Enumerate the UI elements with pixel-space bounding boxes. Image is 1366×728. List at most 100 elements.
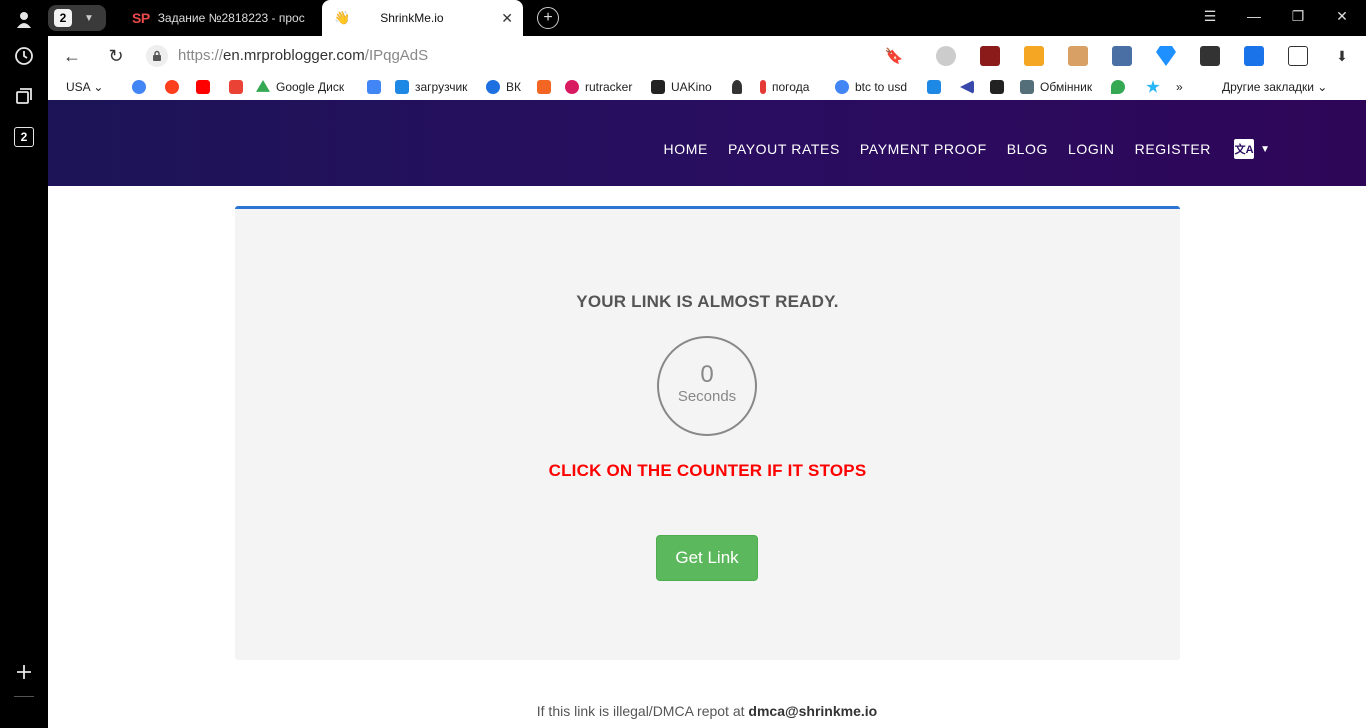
browser-sidepanel: 2 (0, 0, 48, 728)
language-selector[interactable]: 文A ▼ (1234, 139, 1270, 159)
menu-icon[interactable]: ☰ (1200, 8, 1220, 25)
new-tab-button[interactable]: + (537, 7, 559, 29)
page-content: HOME PAYOUT RATES PAYMENT PROOF BLOG LOG… (48, 100, 1366, 728)
bookmark-yandex[interactable] (165, 80, 185, 94)
arrow-icon (960, 80, 974, 94)
bookmark-uakino[interactable]: UAKino (651, 80, 712, 94)
reload-icon[interactable]: ↻ (106, 46, 126, 66)
thermometer-icon (760, 80, 766, 94)
uakino-icon (651, 80, 665, 94)
globe-extension-icon[interactable] (936, 46, 956, 66)
bookmark-bc[interactable] (990, 80, 1010, 94)
tabs-count-badge[interactable]: 2 (14, 127, 34, 147)
yandex-icon (165, 80, 179, 94)
exchange-icon (1020, 80, 1034, 94)
chess-icon (732, 80, 742, 94)
ublock-extension-icon[interactable] (980, 46, 1000, 66)
bracket-extension-icon[interactable] (1200, 46, 1220, 66)
nav-home[interactable]: HOME (664, 141, 708, 157)
video-icon (486, 80, 500, 94)
url-protocol: https:// (178, 47, 224, 64)
profile-icon[interactable] (12, 8, 36, 32)
bookmark-exchanger[interactable]: Обмінник (1020, 80, 1092, 94)
bookmark-maps[interactable] (1111, 80, 1131, 94)
bookmark-label: Другие закладки ⌄ (1222, 80, 1328, 94)
bookmark-gmail[interactable] (229, 80, 249, 94)
download-icon[interactable] (1244, 46, 1264, 66)
rutracker-icon (565, 80, 579, 94)
bookmark-translate[interactable] (367, 80, 387, 94)
tab-zadanie[interactable]: SP Задание №2818223 - прос (120, 0, 324, 36)
youtube-icon (196, 80, 210, 94)
counter-extension-icon[interactable] (1024, 46, 1044, 66)
bookmark-label: rutracker (585, 80, 633, 94)
nav-register[interactable]: REGISTER (1135, 141, 1211, 157)
bookmark-weather[interactable]: погода (760, 80, 809, 94)
bookmarks-overflow[interactable]: » (1176, 80, 1183, 94)
tab-title: ShrinkMe.io (380, 11, 444, 25)
tab-shrinkme[interactable]: 👋 ShrinkMe.io ✕ (322, 0, 523, 36)
nav-blog[interactable]: BLOG (1007, 141, 1048, 157)
tab-group-button[interactable]: 2 ▼ (48, 5, 106, 31)
other-bookmarks-folder[interactable]: Другие закладки ⌄ (1222, 80, 1327, 94)
close-tab-icon[interactable]: ✕ (501, 10, 513, 27)
diamond-extension-icon[interactable] (1156, 46, 1176, 66)
counter-unit: Seconds (677, 388, 737, 405)
url-field[interactable]: https://en.mrproblogger.com/IPqgAdS (178, 47, 428, 64)
bookmark-rutracker[interactable]: rutracker (565, 80, 632, 94)
minimize-icon[interactable]: — (1244, 8, 1264, 24)
p-icon (927, 80, 941, 94)
music-extension-icon[interactable] (1112, 46, 1132, 66)
tab-title: Задание №2818223 - прос (157, 11, 305, 25)
bookmark-label: ВК (506, 80, 521, 94)
site-navbar: HOME PAYOUT RATES PAYMENT PROOF BLOG LOG… (48, 100, 1366, 186)
bookmark-vk[interactable]: ВК (486, 80, 521, 94)
loader-icon (395, 80, 409, 94)
bookmark-label: погода (772, 80, 810, 94)
bookmark-arrow[interactable] (960, 80, 980, 94)
sp-favicon-icon: SP (132, 10, 150, 26)
dmca-note: If this link is illegal/DMCA repot at dm… (48, 703, 1366, 719)
language-icon: 文A (1234, 139, 1255, 159)
caret-down-icon: ▼ (1260, 143, 1270, 155)
bookmark-btc[interactable]: btc to usd (835, 80, 907, 94)
close-window-icon[interactable]: ✕ (1332, 8, 1352, 25)
f-icon (537, 80, 551, 94)
site-menu: HOME PAYOUT RATES PAYMENT PROOF BLOG LOG… (644, 141, 1211, 157)
bookmark-youtube[interactable] (196, 80, 216, 94)
get-link-button[interactable]: Get Link (656, 535, 758, 581)
restore-icon[interactable]: ❐ (1288, 8, 1308, 25)
chevron-down-icon: ▼ (84, 12, 94, 24)
dmca-text: If this link is illegal/DMCA repot at (536, 703, 749, 719)
url-host: en.mrproblogger.com (223, 47, 365, 64)
add-icon[interactable] (12, 660, 36, 684)
bookmark-folder-usa[interactable]: USA ⌄ (66, 80, 103, 94)
bookmark-p[interactable] (927, 80, 947, 94)
nav-payout-rates[interactable]: PAYOUT RATES (728, 141, 840, 157)
nav-payment-proof[interactable]: PAYMENT PROOF (860, 141, 987, 157)
lock-icon[interactable] (146, 45, 168, 67)
bookmark-label: Google Диск (276, 80, 345, 94)
bc-icon (990, 80, 1004, 94)
bookmark-label: UAKino (671, 80, 712, 94)
maps-icon (1111, 80, 1125, 94)
back-icon[interactable]: ← (62, 46, 82, 66)
countdown-counter[interactable]: 0 Seconds (657, 336, 757, 436)
history-icon[interactable] (12, 44, 36, 68)
bookmark-google-drive[interactable]: Google Диск (256, 80, 344, 94)
bookmark-google[interactable] (132, 80, 152, 94)
bookmark-f[interactable] (537, 80, 557, 94)
wave-favicon-icon: 👋 (334, 10, 351, 25)
bookmark-chess[interactable] (732, 80, 748, 94)
character-extension-icon[interactable] (1068, 46, 1088, 66)
bookmark-loader[interactable]: загрузчик (395, 80, 467, 94)
bookmark-star[interactable] (1146, 80, 1166, 94)
downloads-arrow-icon[interactable]: ⬇ (1332, 46, 1352, 66)
counter-warning: CLICK ON THE COUNTER IF IT STOPS (548, 461, 867, 480)
collections-icon[interactable] (12, 84, 36, 108)
sidepanel-divider (14, 696, 34, 697)
dmca-email[interactable]: dmca@shrinkme.io (748, 703, 877, 719)
nav-login[interactable]: LOGIN (1068, 141, 1115, 157)
bookmark-icon[interactable]: 🔖 (884, 46, 904, 66)
reader-icon[interactable] (1288, 46, 1308, 66)
